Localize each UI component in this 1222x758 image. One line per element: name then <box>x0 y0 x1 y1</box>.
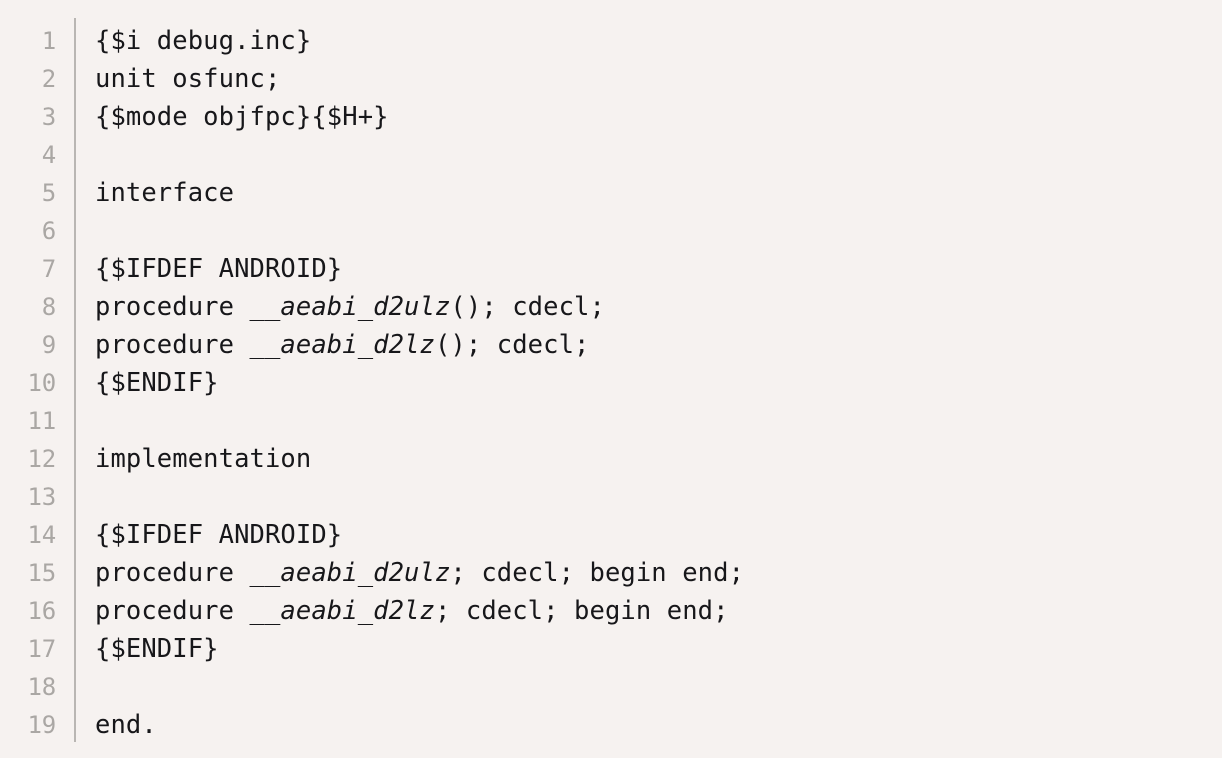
line-number: 1 <box>41 27 56 55</box>
code-line[interactable]: 4 <box>0 136 1222 174</box>
code-text: unit osfunc; <box>95 64 281 94</box>
code-line[interactable]: 16 procedure __aeabi_d2lz; cdecl; begin e… <box>0 592 1222 630</box>
line-number: 2 <box>41 65 56 93</box>
code-line[interactable]: 2 unit osfunc; <box>0 60 1222 98</box>
line-content[interactable]: unit osfunc; <box>95 60 280 98</box>
code-text: {$IFDEF ANDROID} <box>95 254 343 284</box>
code-text: {$IFDEF ANDROID} <box>95 520 343 550</box>
line-content[interactable]: {$ENDIF} <box>95 364 219 402</box>
code-line-list: 1 {$i debug.inc} 2 unit osfunc; 3 {$mode objf… <box>0 22 1222 744</box>
line-number: 7 <box>41 255 56 283</box>
code-line[interactable]: 18 <box>0 668 1222 706</box>
code-line[interactable]: 14 {$IFDEF ANDROID} <box>0 516 1222 554</box>
code-text: {$i debug.inc} <box>95 26 312 56</box>
code-text: ; cdecl; begin end; <box>434 596 729 626</box>
code-text: procedure <box>95 292 250 322</box>
line-number: 18 <box>27 673 57 701</box>
line-content[interactable]: {$IFDEF ANDROID} <box>95 250 342 288</box>
code-line[interactable]: 3 {$mode objfpc}{$H+} <box>0 98 1222 136</box>
line-number: 3 <box>41 103 56 131</box>
line-content[interactable]: {$ENDIF} <box>95 630 219 668</box>
line-content[interactable]: implementation <box>95 440 311 478</box>
code-line[interactable]: 1 {$i debug.inc} <box>0 22 1222 60</box>
line-number: 6 <box>41 217 56 245</box>
code-line[interactable]: 11 <box>0 402 1222 440</box>
line-content[interactable] <box>95 212 110 250</box>
line-content[interactable]: procedure __aeabi_d2lz(); cdecl; <box>95 326 590 364</box>
code-text: implementation <box>95 444 312 474</box>
code-text: procedure <box>95 596 250 626</box>
code-line[interactable]: 7 {$IFDEF ANDROID} <box>0 250 1222 288</box>
code-line[interactable]: 8 procedure __aeabi_d2ulz(); cdecl; <box>0 288 1222 326</box>
code-identifier: __aeabi_d2lz <box>249 596 435 626</box>
code-text: {$mode objfpc}{$H+} <box>95 102 389 132</box>
line-number: 12 <box>27 445 57 473</box>
line-number: 4 <box>41 141 56 169</box>
line-number: 5 <box>41 179 56 207</box>
code-identifier: __aeabi_d2ulz <box>249 558 451 588</box>
line-number: 9 <box>41 331 56 359</box>
line-number: 16 <box>27 597 57 625</box>
code-line[interactable]: 9 procedure __aeabi_d2lz(); cdecl; <box>0 326 1222 364</box>
code-line[interactable]: 10 {$ENDIF} <box>0 364 1222 402</box>
line-content[interactable] <box>95 136 110 174</box>
line-content[interactable]: procedure __aeabi_d2lz; cdecl; begin end… <box>95 592 729 630</box>
line-content[interactable]: procedure __aeabi_d2ulz(); cdecl; <box>95 288 605 326</box>
line-content[interactable]: interface <box>95 174 234 212</box>
line-number: 11 <box>27 407 57 435</box>
code-line[interactable]: 13 <box>0 478 1222 516</box>
line-number: 19 <box>27 711 57 739</box>
code-text: {$ENDIF} <box>95 368 219 398</box>
code-text: procedure <box>95 558 250 588</box>
code-identifier: __aeabi_d2ulz <box>249 292 451 322</box>
code-text: ; cdecl; begin end; <box>450 558 745 588</box>
code-line[interactable]: 5 interface <box>0 174 1222 212</box>
line-number: 15 <box>27 559 57 587</box>
line-content[interactable] <box>95 668 110 706</box>
line-content[interactable]: end. <box>95 706 157 744</box>
code-text: (); cdecl; <box>450 292 605 322</box>
code-line[interactable]: 19 end. <box>0 706 1222 744</box>
code-line[interactable]: 17 {$ENDIF} <box>0 630 1222 668</box>
line-content[interactable]: {$i debug.inc} <box>95 22 311 60</box>
line-content[interactable] <box>95 478 110 516</box>
code-line[interactable]: 6 <box>0 212 1222 250</box>
code-text: procedure <box>95 330 250 360</box>
code-text: (); cdecl; <box>434 330 590 360</box>
line-number: 8 <box>41 293 56 321</box>
line-content[interactable]: procedure __aeabi_d2ulz; cdecl; begin en… <box>95 554 744 592</box>
line-number: 14 <box>27 521 57 549</box>
code-viewer[interactable]: 1 {$i debug.inc} 2 unit osfunc; 3 {$mode objf… <box>0 0 1222 758</box>
code-line[interactable]: 15 procedure __aeabi_d2ulz; cdecl; begin … <box>0 554 1222 592</box>
code-identifier: __aeabi_d2lz <box>249 330 435 360</box>
code-line[interactable]: 12 implementation <box>0 440 1222 478</box>
code-text: interface <box>95 178 235 208</box>
line-content[interactable]: {$IFDEF ANDROID} <box>95 516 342 554</box>
line-content[interactable] <box>95 402 110 440</box>
line-number: 10 <box>27 369 57 397</box>
code-text: end. <box>95 710 157 740</box>
line-content[interactable]: {$mode objfpc}{$H+} <box>95 98 389 136</box>
line-number: 13 <box>27 483 57 511</box>
line-number: 17 <box>27 635 57 663</box>
code-text: {$ENDIF} <box>95 634 219 664</box>
